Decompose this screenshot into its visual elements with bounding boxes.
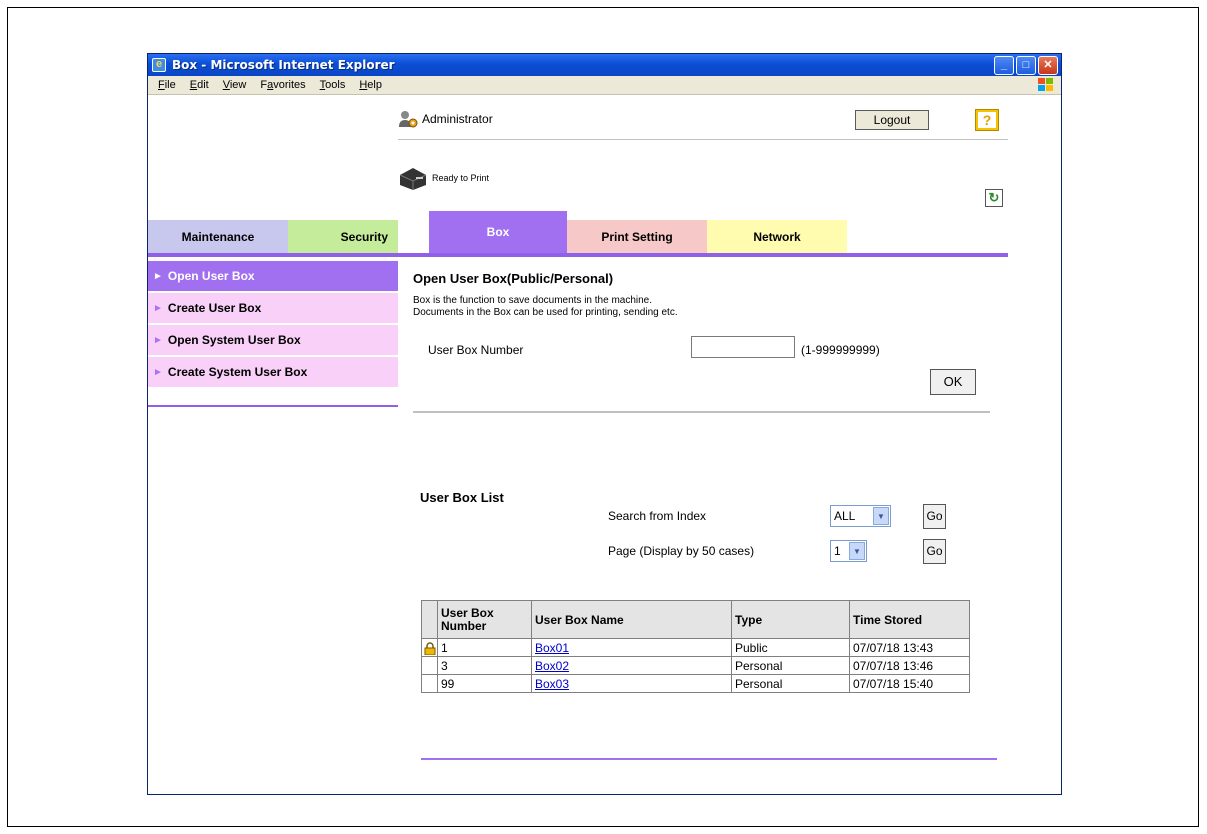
tab-print-setting[interactable]: Print Setting	[567, 220, 707, 253]
arrow-right-icon: ►	[153, 334, 163, 346]
menu-file[interactable]: File	[151, 79, 183, 91]
ok-button[interactable]: OK	[930, 369, 976, 395]
lock-cell	[421, 674, 438, 693]
search-index-select[interactable]: ALL ▼	[830, 505, 891, 527]
page-go-button[interactable]: Go	[923, 539, 946, 564]
arrow-right-icon: ►	[153, 366, 163, 378]
box-number-cell: 1	[437, 638, 532, 657]
user-box-table: User Box Number User Box Name Type Time …	[421, 600, 970, 693]
sidebar-item-label: Create System User Box	[167, 365, 308, 379]
logout-button[interactable]: Logout	[855, 110, 929, 130]
box-type-cell: Public	[731, 638, 850, 657]
section-divider	[413, 411, 990, 413]
page-value: 1	[834, 544, 841, 558]
page-select[interactable]: 1 ▼	[830, 540, 867, 562]
box-name-cell: Box01	[531, 638, 732, 657]
sidebar-item-label: Open System User Box	[167, 333, 301, 347]
box-name-cell: Box02	[531, 656, 732, 675]
help-icon: ?	[978, 112, 996, 128]
page-content: Administrator Logout ? Ready to Print ↻ …	[148, 96, 1061, 794]
description-line: Documents in the Box can be used for pri…	[413, 307, 678, 318]
user-indicator: Administrator	[398, 110, 493, 128]
menu-help[interactable]: Help	[352, 79, 389, 91]
tab-maintenance[interactable]: Maintenance	[148, 220, 288, 253]
sidebar-item-open-user-box[interactable]: ► Open User Box	[148, 261, 398, 291]
help-button[interactable]: ?	[975, 109, 999, 131]
tab-underline	[148, 253, 1008, 257]
column-header-lock	[421, 600, 438, 639]
user-box-number-range: (1-999999999)	[801, 343, 880, 357]
menu-bar: File Edit View Favorites Tools Help	[148, 76, 1061, 95]
menu-favorites[interactable]: Favorites	[253, 79, 312, 91]
box-name-cell: Box03	[531, 674, 732, 693]
window-title: Box - Microsoft Internet Explorer	[172, 58, 395, 72]
sidebar: ► Open User Box ► Create User Box ► Open…	[148, 261, 398, 407]
header-divider	[398, 139, 1008, 140]
box-time-cell: 07/07/18 15:40	[849, 674, 970, 693]
sidebar-item-open-system-user-box[interactable]: ► Open System User Box	[148, 325, 398, 355]
close-button[interactable]: ✕	[1038, 55, 1058, 75]
sidebar-item-label: Open User Box	[167, 269, 255, 283]
table-row: 99 Box03 Personal 07/07/18 15:40	[421, 674, 970, 693]
lock-cell	[421, 638, 438, 657]
tab-network[interactable]: Network	[707, 220, 847, 253]
box-name-link[interactable]: Box01	[535, 641, 569, 655]
table-row: 3 Box02 Personal 07/07/18 13:46	[421, 656, 970, 675]
box-name-link[interactable]: Box03	[535, 677, 569, 691]
description-line: Box is the function to save documents in…	[413, 295, 653, 306]
arrow-right-icon: ►	[153, 270, 163, 282]
main-tabs: Maintenance Security Box Print Setting N…	[148, 211, 1008, 257]
menu-view[interactable]: View	[216, 79, 254, 91]
lock-cell	[421, 656, 438, 675]
column-header-number: User Box Number	[437, 600, 532, 639]
browser-window: e Box - Microsoft Internet Explorer _ □ …	[147, 53, 1062, 795]
sidebar-item-label: Create User Box	[167, 301, 262, 315]
table-row: 1 Box01 Public 07/07/18 13:43	[421, 638, 970, 657]
box-number-cell: 99	[437, 674, 532, 693]
ie-icon: e	[152, 58, 166, 72]
box-number-cell: 3	[437, 656, 532, 675]
sidebar-item-create-user-box[interactable]: ► Create User Box	[148, 293, 398, 323]
section-title: Open User Box(Public/Personal)	[413, 271, 614, 286]
refresh-button[interactable]: ↻	[985, 189, 1003, 207]
box-type-cell: Personal	[731, 674, 850, 693]
windows-logo-icon	[1038, 78, 1053, 91]
user-box-number-input[interactable]	[691, 336, 795, 358]
box-time-cell: 07/07/18 13:46	[849, 656, 970, 675]
tab-box[interactable]: Box	[429, 211, 567, 253]
printer-icon	[399, 168, 427, 190]
search-index-value: ALL	[834, 509, 856, 523]
title-bar: e Box - Microsoft Internet Explorer _ □ …	[148, 54, 1061, 76]
window-controls: _ □ ✕	[994, 55, 1061, 75]
administrator-icon	[399, 111, 418, 128]
box-name-link[interactable]: Box02	[535, 659, 569, 673]
page-label: Page (Display by 50 cases)	[608, 544, 755, 558]
box-time-cell: 07/07/18 13:43	[849, 638, 970, 657]
status-text: Ready to Print	[432, 173, 490, 183]
footer-divider	[421, 758, 997, 760]
section-description: Box is the function to save documents in…	[413, 295, 678, 319]
lock-icon	[424, 641, 435, 655]
menu-tools[interactable]: Tools	[313, 79, 353, 91]
sidebar-item-create-system-user-box[interactable]: ► Create System User Box	[148, 357, 398, 387]
tab-security[interactable]: Security	[288, 220, 398, 253]
chevron-down-icon[interactable]: ▼	[873, 507, 889, 525]
menu-edit[interactable]: Edit	[183, 79, 216, 91]
sidebar-divider	[148, 405, 398, 407]
chevron-down-icon[interactable]: ▼	[849, 542, 865, 560]
column-header-time: Time Stored	[849, 600, 970, 639]
search-index-label: Search from Index	[608, 509, 707, 523]
minimize-button[interactable]: _	[994, 55, 1014, 75]
arrow-right-icon: ►	[153, 302, 163, 314]
box-type-cell: Personal	[731, 656, 850, 675]
search-go-button[interactable]: Go	[923, 504, 946, 529]
column-header-name: User Box Name	[531, 600, 732, 639]
list-title: User Box List	[420, 490, 504, 505]
device-status: Ready to Print	[398, 165, 489, 191]
maximize-button[interactable]: □	[1016, 55, 1036, 75]
table-header-row: User Box Number User Box Name Type Time …	[421, 600, 970, 639]
user-box-number-label: User Box Number	[428, 343, 524, 357]
user-name: Administrator	[422, 112, 493, 126]
column-header-type: Type	[731, 600, 850, 639]
